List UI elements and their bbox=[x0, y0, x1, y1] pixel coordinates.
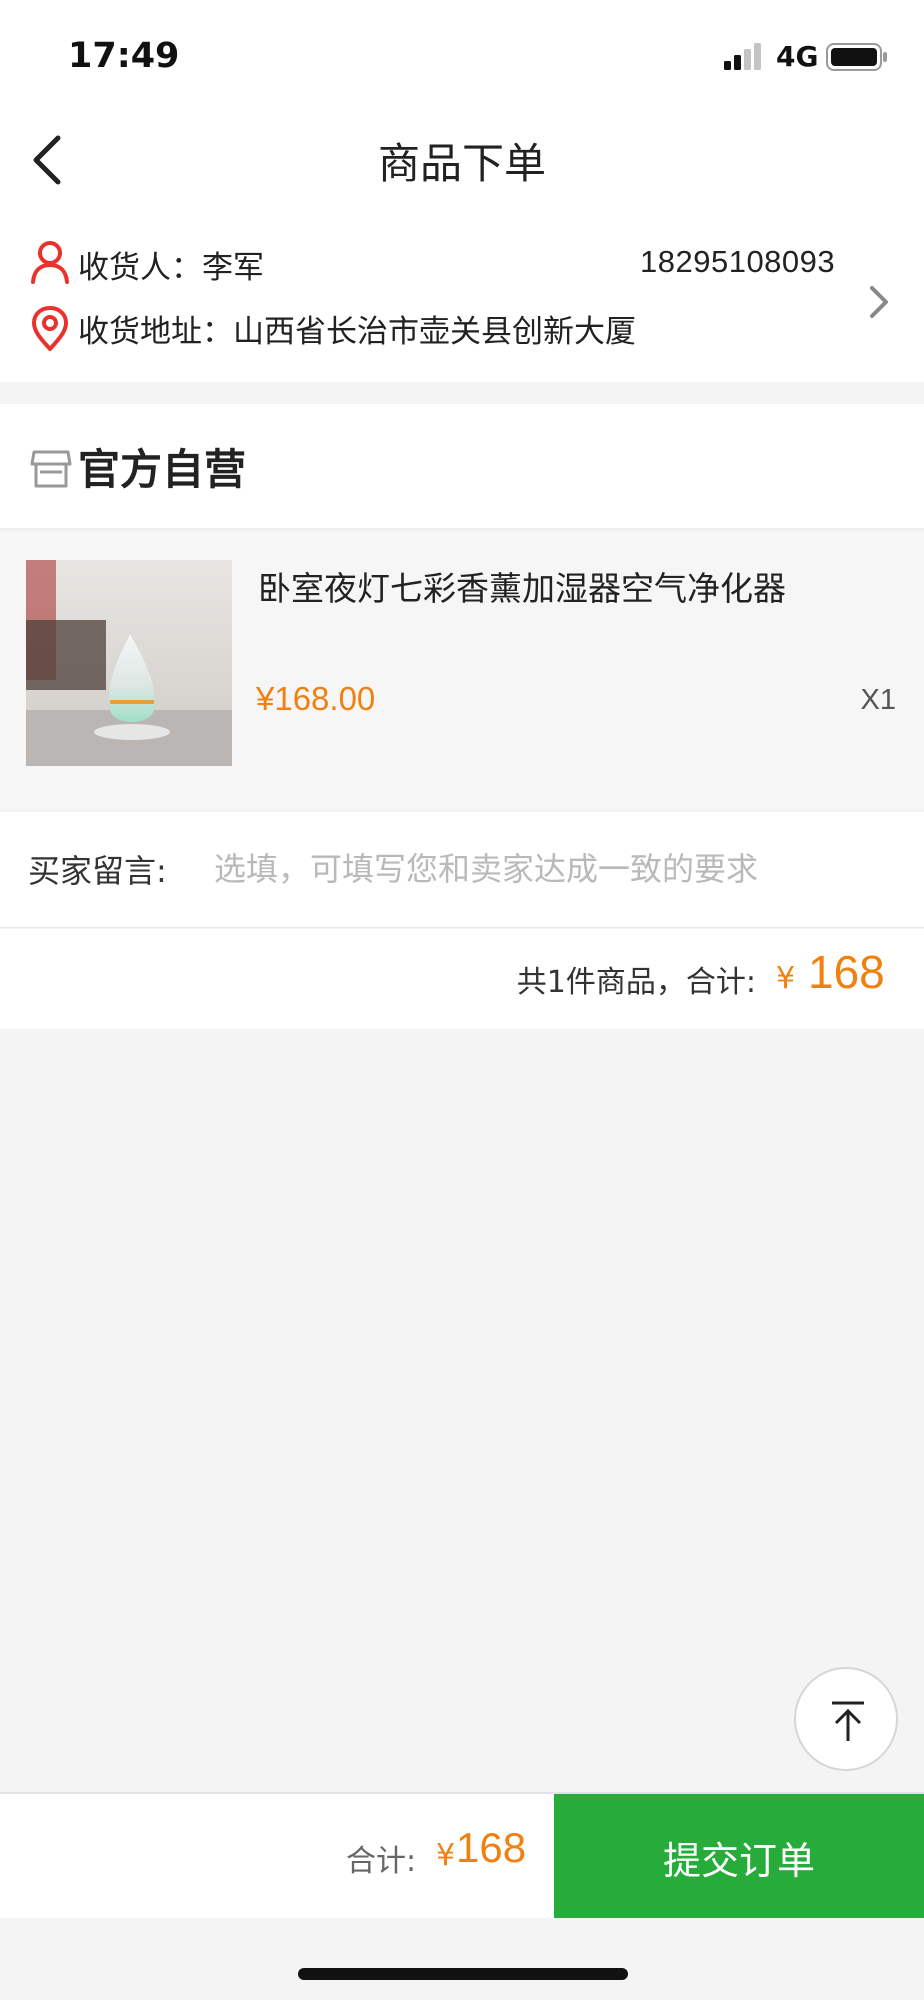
home-indicator-area bbox=[0, 1918, 924, 2000]
arrow-up-icon bbox=[832, 1701, 864, 1741]
message-input[interactable] bbox=[214, 834, 904, 904]
battery-icon bbox=[826, 43, 887, 71]
product-item[interactable]: 卧室夜灯七彩香薰加湿器空气净化器 ¥168.00 X1 bbox=[0, 532, 924, 810]
recipient-phone: 18295108093 bbox=[640, 244, 836, 279]
status-time: 17:49 bbox=[68, 36, 180, 76]
summary-currency: ¥ bbox=[776, 961, 796, 996]
submit-order-button[interactable]: 提交订单 bbox=[554, 1794, 924, 1920]
recipient-name: 收货人：李军 bbox=[78, 250, 264, 286]
product-image bbox=[26, 560, 232, 766]
buyer-message: 买家留言: bbox=[0, 812, 924, 928]
signal-icon bbox=[724, 43, 761, 70]
total-amount: 168 bbox=[456, 1824, 527, 1871]
product-name: 卧室夜灯七彩香薰加湿器空气净化器 bbox=[258, 569, 786, 608]
person-icon bbox=[31, 241, 69, 284]
product-quantity: X1 bbox=[860, 684, 896, 716]
address-card[interactable]: 收货人：李军 18295108093 收货地址：山西省长治市壶关县创新大厦 bbox=[0, 220, 924, 382]
shop-name: 官方自营 bbox=[78, 445, 247, 494]
status-bar: 17:49 4G bbox=[0, 0, 924, 110]
summary-amount: 168 bbox=[808, 946, 885, 998]
product-price: ¥168.00 bbox=[256, 680, 376, 717]
shop-header: 官方自营 bbox=[0, 404, 924, 530]
total-label: 合计: bbox=[346, 1844, 417, 1879]
page-title: 商品下单 bbox=[377, 139, 546, 188]
total-currency: ¥ bbox=[436, 1838, 456, 1873]
chevron-right-icon bbox=[870, 286, 888, 318]
network-type: 4G bbox=[776, 40, 819, 73]
bottom-bar: 合计: ¥ 168 提交订单 bbox=[0, 1792, 924, 1920]
summary-text: 共1件商品，合计: bbox=[516, 965, 756, 1000]
shipping-address: 收货地址：山西省长治市壶关县创新大厦 bbox=[78, 314, 636, 350]
home-indicator[interactable] bbox=[298, 1968, 628, 1980]
back-to-top-button[interactable] bbox=[794, 1667, 898, 1771]
store-icon bbox=[30, 450, 72, 488]
location-pin-icon bbox=[32, 306, 68, 351]
message-label: 买家留言: bbox=[28, 852, 167, 890]
order-summary: 共1件商品，合计: ¥ 168 bbox=[0, 929, 924, 1029]
